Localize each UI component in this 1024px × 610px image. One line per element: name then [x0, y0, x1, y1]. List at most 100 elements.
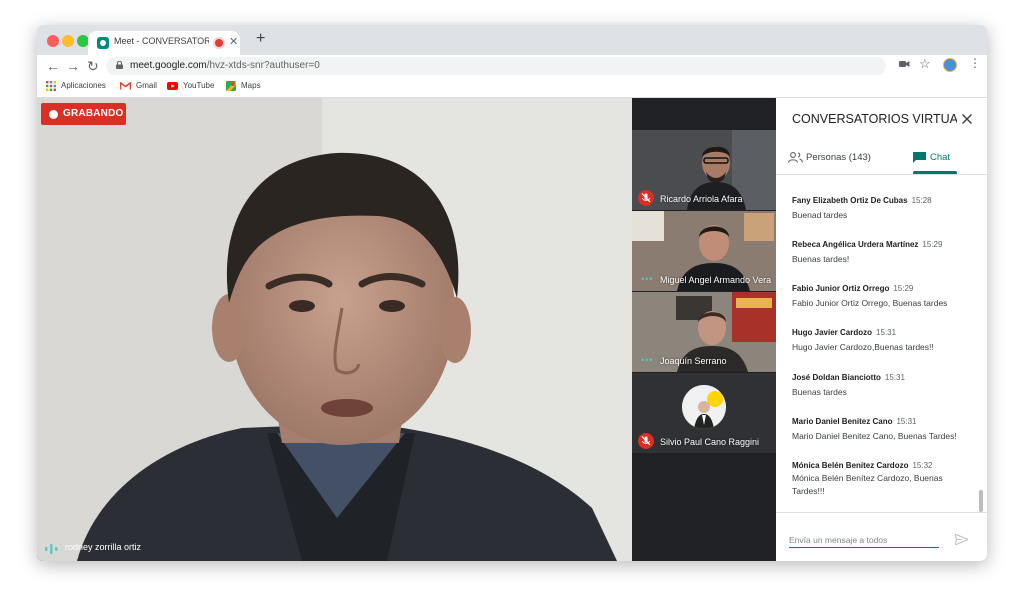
gmail-icon: [120, 81, 131, 90]
message-time: 15:28: [911, 196, 932, 205]
camera-icon[interactable]: [899, 59, 910, 69]
tab-chat-label: Chat: [930, 152, 951, 164]
url-text: meet.google.com/hvz-xtds-snr?authuser=0: [130, 60, 320, 71]
message-sender: Fabio Junior Ortiz Orrego: [792, 284, 890, 293]
meet-content: GRABANDO rodney zorrilla ortiz Ricardo A…: [37, 98, 987, 561]
message-text: Buenas tardes!: [792, 254, 850, 264]
browser-toolbar: ← → ↻ meet.google.com/hvz-xtds-snr?authu…: [37, 55, 987, 77]
chat-composer: [776, 512, 987, 561]
participant-name: Silvio Paul Cano Raggini: [660, 437, 760, 447]
chat-message: Fabio Junior Ortiz Orrego 15:29 Fabio Jun…: [792, 284, 967, 310]
main-speaker-name: rodney zorrilla ortiz: [65, 542, 142, 552]
message-time: 15:32: [912, 461, 933, 470]
side-panel: CONVERSATORIOS VIRTUAL... Personas (143)…: [776, 98, 987, 561]
bookmark-label: Gmail: [136, 81, 157, 90]
participant-tile[interactable]: ••• Joaquín Serrano: [632, 292, 776, 372]
message-sender: Fany Elizabeth Ortiz De Cubas: [792, 196, 908, 205]
message-text: Fabio Junior Ortiz Orrego, Buenas tardes: [792, 298, 948, 308]
participant-name: Joaquín Serrano: [660, 356, 727, 366]
profile-avatar[interactable]: [943, 58, 957, 72]
maps-icon: [226, 81, 236, 91]
mic-off-icon: [638, 433, 654, 449]
participant-tile[interactable]: ••• Miguel Angel Armando Vera: [632, 211, 776, 291]
address-bar[interactable]: meet.google.com/hvz-xtds-snr?authuser=0: [106, 57, 886, 75]
recording-badge: GRABANDO: [41, 103, 126, 125]
url-path: /hvz-xtds-snr?authuser=0: [206, 60, 320, 71]
chat-icon: [913, 152, 926, 163]
bookmark-maps[interactable]: Maps: [226, 81, 261, 91]
chat-message: Mario Daniel Benitez Cano 15:31 Mario Dan…: [792, 417, 967, 443]
browser-window: Meet - CONVERSATORIOS VIRTUALES ✕ + ← → …: [37, 25, 987, 561]
message-time: 15:31: [876, 328, 897, 337]
message-sender: Mario Daniel Benitez Cano: [792, 417, 893, 426]
close-panel-icon[interactable]: [962, 114, 972, 124]
meet-favicon-icon: [97, 37, 109, 49]
participant-tile[interactable]: Ricardo Arriola Afara: [632, 130, 776, 210]
chat-message: José Doldan Bianciotto 15:31 Buenas tarde…: [792, 373, 967, 399]
record-dot-icon: [49, 110, 58, 119]
message-sender: Hugo Javier Cardozo: [792, 328, 873, 337]
mic-off-icon: [638, 190, 654, 206]
back-icon[interactable]: ←: [46, 56, 60, 76]
message-sender: Rebeca Angélica Urdera Martínez: [792, 240, 919, 249]
people-icon: [788, 152, 803, 163]
tab-strip: Meet - CONVERSATORIOS VIRTUALES ✕ +: [37, 25, 987, 55]
message-text: Buenas tardes: [792, 387, 847, 397]
message-text: Mario Daniel Benitez Cano, Buenas Tardes…: [792, 431, 957, 441]
send-icon[interactable]: [955, 534, 968, 545]
lock-icon: [116, 61, 123, 69]
tab-chat[interactable]: Chat: [913, 152, 950, 163]
minimize-window-button[interactable]: [62, 35, 74, 47]
speaking-dots-icon: •••: [641, 274, 654, 284]
bookmark-star-icon[interactable]: ☆: [919, 56, 931, 72]
reload-icon[interactable]: ↻: [87, 56, 99, 76]
chat-message: Fany Elizabeth Ortiz De Cubas 15:28 Buena…: [792, 196, 967, 222]
bookmark-label: YouTube: [183, 81, 215, 90]
chat-message: Rebeca Angélica Urdera Martínez 15:29 Bue…: [792, 240, 967, 266]
chat-message-input[interactable]: [789, 533, 939, 548]
tab-people-label: Personas (143): [806, 152, 871, 164]
message-text: Mónica Belén Benítez Cardozo, Buenas Tar…: [792, 473, 943, 496]
bookmark-aplicaciones[interactable]: Aplicaciones: [46, 81, 106, 91]
bookmark-label: Maps: [241, 81, 261, 91]
tab-title: Meet - CONVERSATORIOS VIRTUALES: [114, 36, 209, 46]
tab-close-icon[interactable]: ✕: [229, 35, 238, 48]
forward-icon[interactable]: →: [66, 56, 80, 76]
bookmark-label: Aplicaciones: [61, 81, 106, 91]
chat-scrollbar[interactable]: [979, 490, 983, 512]
apps-grid-icon: [46, 81, 56, 91]
participant-avatar: [682, 385, 726, 429]
tab-people[interactable]: Personas (143): [788, 152, 871, 163]
active-tab-indicator: [913, 171, 957, 174]
message-time: 15:29: [922, 240, 943, 249]
message-sender: José Doldan Bianciotto: [792, 373, 881, 382]
bookmark-gmail[interactable]: Gmail: [120, 81, 157, 90]
bookmarks-bar: Aplicaciones Gmail YouTube Maps: [37, 77, 987, 98]
chat-message: Mónica Belén Benítez Cardozo 15:32 Mónica…: [792, 461, 952, 498]
youtube-icon: [167, 81, 178, 90]
browser-tab[interactable]: Meet - CONVERSATORIOS VIRTUALES ✕: [88, 31, 240, 55]
message-time: 15:31: [896, 417, 917, 426]
participant-name: Ricardo Arriola Afara: [660, 194, 743, 204]
bookmark-youtube[interactable]: YouTube: [167, 81, 214, 90]
participant-tile[interactable]: Silvio Paul Cano Raggini: [632, 373, 776, 453]
recording-label: GRABANDO: [63, 108, 124, 119]
participant-name: Miguel Angel Armando Vera: [660, 275, 772, 285]
panel-tabs: Personas (143) Chat: [776, 146, 987, 175]
speaking-dots-icon: •••: [641, 355, 654, 365]
message-text: Hugo Javier Cardozo,Buenas tardes!!: [792, 342, 934, 352]
speaker-figure: [77, 152, 617, 561]
message-text: Buenad tardes: [792, 210, 848, 220]
message-time: 15:31: [884, 373, 905, 382]
recording-indicator-icon: [215, 39, 223, 47]
message-time: 15:29: [893, 284, 914, 293]
chat-message: Hugo Javier Cardozo 15:31 Hugo Javier Car…: [792, 328, 967, 354]
menu-kebab-icon[interactable]: ⋮: [969, 56, 981, 70]
audio-level-icon: [45, 544, 58, 554]
panel-title: CONVERSATORIOS VIRTUAL...: [792, 112, 957, 126]
new-tab-button[interactable]: +: [256, 30, 265, 48]
message-sender: Mónica Belén Benítez Cardozo: [792, 461, 909, 470]
main-speaker-video[interactable]: GRABANDO rodney zorrilla ortiz: [37, 98, 632, 561]
url-host: meet.google.com: [130, 60, 207, 71]
close-window-button[interactable]: [47, 35, 59, 47]
